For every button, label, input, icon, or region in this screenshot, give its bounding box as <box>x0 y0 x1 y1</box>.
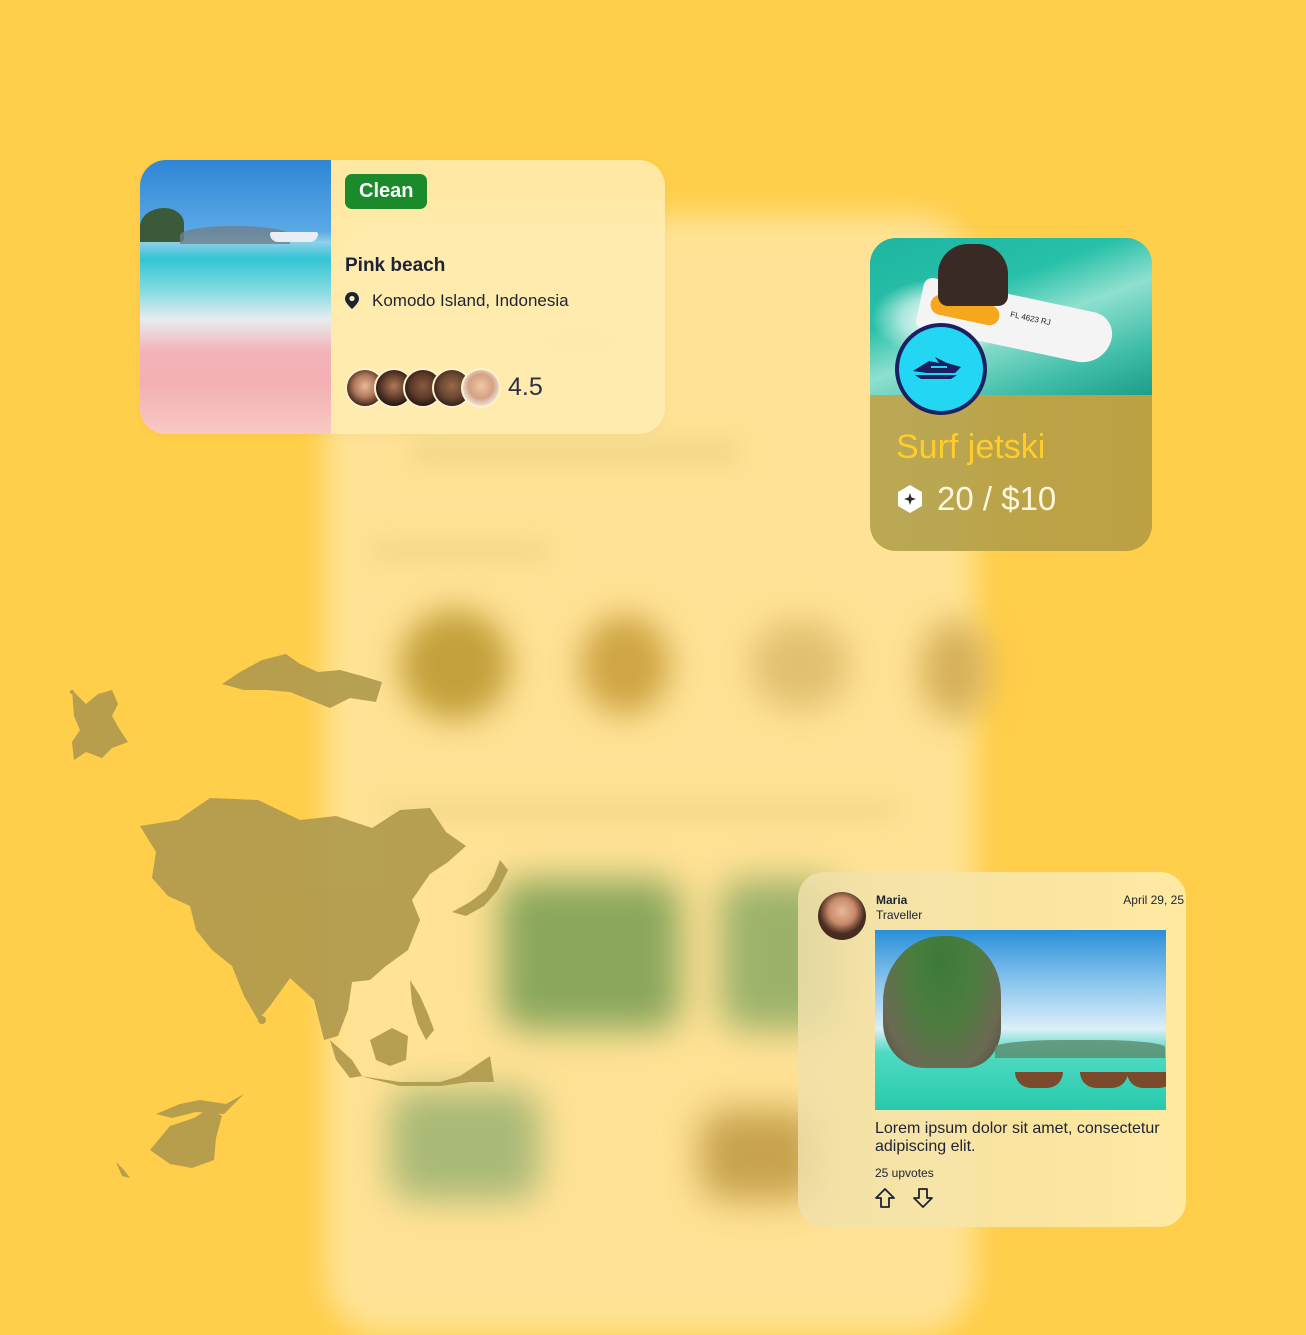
post-text: Lorem ipsum dolor sit amet, consectetur … <box>875 1120 1160 1155</box>
borneo-landmass <box>370 1028 408 1066</box>
author-role: Traveller <box>876 908 923 922</box>
author-avatar[interactable] <box>818 892 866 940</box>
author-name[interactable]: Maria <box>876 893 907 907</box>
upvote-count: 25 upvotes <box>875 1166 934 1180</box>
upvote-arrow-icon[interactable] <box>874 1187 896 1209</box>
downvote-arrow-icon[interactable] <box>912 1187 934 1209</box>
activity-title[interactable]: Surf jetski <box>896 428 1045 467</box>
jetski-logo-icon <box>895 323 987 415</box>
location-pin-icon <box>345 292 359 309</box>
beach-photo <box>140 160 331 434</box>
beach-title[interactable]: Pink beach <box>345 255 445 277</box>
japan-landmass <box>452 860 508 916</box>
mediterranean-landmass <box>222 654 382 708</box>
australia-landmass <box>150 1108 222 1168</box>
europe-landmass <box>72 690 128 760</box>
philippines-landmass <box>410 980 434 1040</box>
sumatra-landmass <box>330 1040 362 1078</box>
token-coin-icon <box>898 485 922 513</box>
avatar <box>461 368 501 408</box>
rating-value: 4.5 <box>508 373 543 401</box>
status-badge: Clean <box>345 174 428 209</box>
activity-price: 20 / $10 <box>937 480 1057 517</box>
beach-location: Komodo Island, Indonesia <box>372 291 569 310</box>
post-date: April 29, 25 <box>1123 893 1184 907</box>
new-zealand-landmass <box>116 1162 130 1178</box>
post-photo[interactable] <box>875 930 1166 1110</box>
